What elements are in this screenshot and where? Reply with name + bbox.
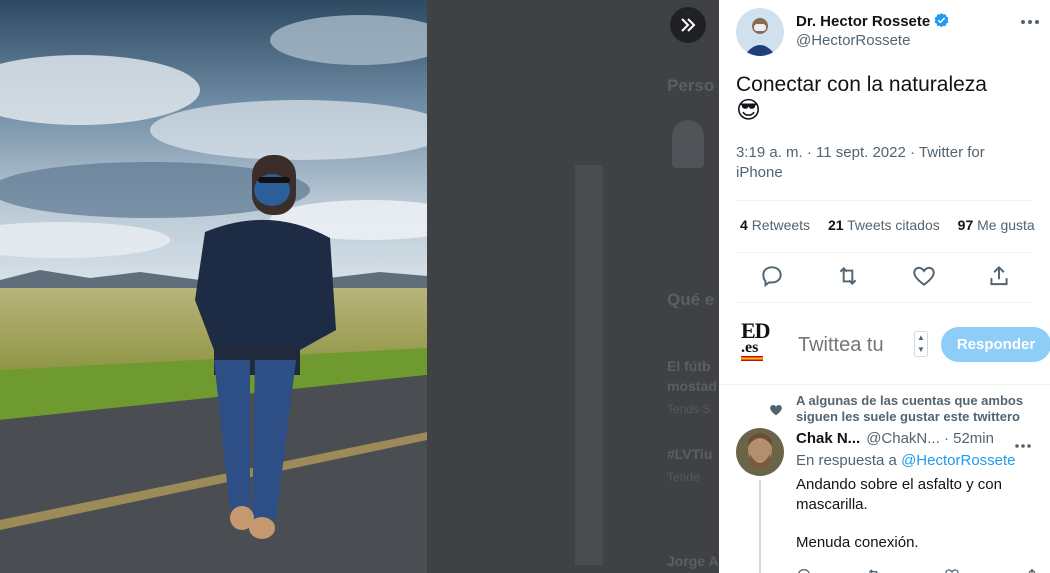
reply-actions: 22 26 243: [796, 564, 1036, 573]
sunglasses-emoji: 😎: [736, 97, 762, 124]
social-context-text: A algunas de las cuentas que ambos sigue…: [796, 393, 1024, 424]
tweet-photo[interactable]: [0, 0, 427, 573]
more-icon: [1021, 20, 1039, 24]
likes-stat[interactable]: 97 Me gusta: [958, 217, 1035, 233]
reply-to-line: En respuesta a @HectorRossete: [796, 452, 1016, 469]
reply-header: Chak N... @ChakN... · 52min: [796, 430, 994, 447]
like-icon: [945, 569, 959, 573]
share-icon: [1028, 568, 1036, 573]
retweets-stat[interactable]: 4 Retweets: [740, 217, 810, 233]
reply-composer: ED .es ▲▼ Responder: [736, 318, 1050, 370]
reply-avatar[interactable]: [736, 428, 784, 476]
tweet-timestamp[interactable]: 3:19 a. m. · 11 sept. 2022 · Twitter for…: [736, 143, 1026, 183]
heart-icon: [770, 405, 782, 416]
logo-top: ED: [741, 318, 771, 343]
ghost-text: El fútb: [667, 358, 711, 374]
more-icon: [1015, 444, 1031, 448]
author-avatar[interactable]: [736, 8, 784, 56]
retweet-button[interactable]: [835, 263, 861, 289]
reply-more-button[interactable]: [1014, 436, 1032, 448]
retweet-icon: [868, 569, 878, 573]
verified-icon: [933, 12, 950, 33]
tweet-body: Conectar con la naturaleza: [736, 73, 987, 96]
more-button[interactable]: [1019, 14, 1041, 30]
reply-input[interactable]: [798, 332, 908, 358]
share-button[interactable]: [986, 263, 1012, 289]
flag-icon: [741, 356, 763, 361]
tweet-actions: [759, 263, 1029, 289]
author-name-row[interactable]: Dr. Hector Rossete: [796, 12, 950, 33]
author-handle[interactable]: @HectorRossete: [796, 32, 910, 49]
ghost-text: #LVTiu: [667, 446, 713, 462]
ghost-heading: Qué e: [667, 290, 715, 309]
divider: [736, 252, 1033, 253]
thread-line: [759, 480, 761, 573]
scroll-stepper[interactable]: ▲ ▼: [914, 331, 928, 357]
like-button[interactable]: [911, 263, 937, 289]
reply-tweet[interactable]: Chak N... @ChakN... · 52min En respuesta …: [736, 428, 1046, 573]
reply-button[interactable]: [759, 263, 785, 289]
divider: [736, 200, 1033, 201]
ghost-text: Tende: [667, 470, 700, 484]
logo-bottom: .es: [741, 339, 759, 356]
expand-button[interactable]: [670, 7, 706, 43]
tweet-stats: 4 Retweets 21 Tweets citados 97 Me gusta: [740, 217, 1049, 233]
reply-text-2: Menuda conexión.: [796, 534, 919, 551]
retweet-icon: [839, 267, 857, 285]
reply-to-link[interactable]: @HectorRossete: [901, 452, 1015, 469]
user-avatar[interactable]: ED .es: [741, 318, 781, 363]
reply-like-button[interactable]: 243: [944, 567, 982, 573]
tweet-text: Conectar con la naturaleza 😎: [736, 72, 987, 125]
social-context: A algunas de las cuentas que ambos sigue…: [769, 393, 1029, 427]
reply-time[interactable]: · 52min: [944, 430, 994, 447]
reply-share-button[interactable]: [1024, 567, 1040, 573]
reply-author-name[interactable]: Chak N...: [796, 430, 860, 447]
reply-to-prefix: En respuesta a: [796, 452, 897, 469]
ghost-text: mostad: [667, 378, 717, 394]
divider: [719, 384, 1050, 385]
tweet-detail-panel: Dr. Hector Rossete @HectorRossete Conect…: [719, 0, 1050, 573]
ghost-avatar: [672, 120, 704, 168]
ghost-text: Tends S: [667, 402, 711, 416]
timeline-backdrop: Perso Qué e El fútb mostad Tends S #LVTi…: [427, 0, 719, 573]
share-icon: [990, 265, 1008, 286]
tweet-author: Dr. Hector Rossete @HectorRossete: [736, 8, 1041, 58]
reply-submit-button[interactable]: Responder: [941, 327, 1050, 362]
ghost-heading: Perso: [667, 76, 715, 95]
reply-icon: [798, 568, 810, 573]
author-name[interactable]: Dr. Hector Rossete: [796, 13, 930, 30]
reply-author-handle[interactable]: @ChakN...: [866, 430, 940, 447]
divider: [736, 302, 1033, 303]
expand-icon: [681, 18, 696, 32]
like-icon: [913, 266, 935, 286]
reply-retweet-button[interactable]: 26: [866, 567, 896, 573]
quotes-stat[interactable]: 21 Tweets citados: [828, 217, 940, 233]
reply-text: Andando sobre el asfalto y con mascarill…: [796, 476, 1002, 513]
reply-icon: [762, 266, 782, 288]
ghost-text: Jorge A: [667, 553, 719, 569]
ghost-card: [575, 165, 603, 565]
reply-reply-button[interactable]: 22: [796, 567, 826, 573]
